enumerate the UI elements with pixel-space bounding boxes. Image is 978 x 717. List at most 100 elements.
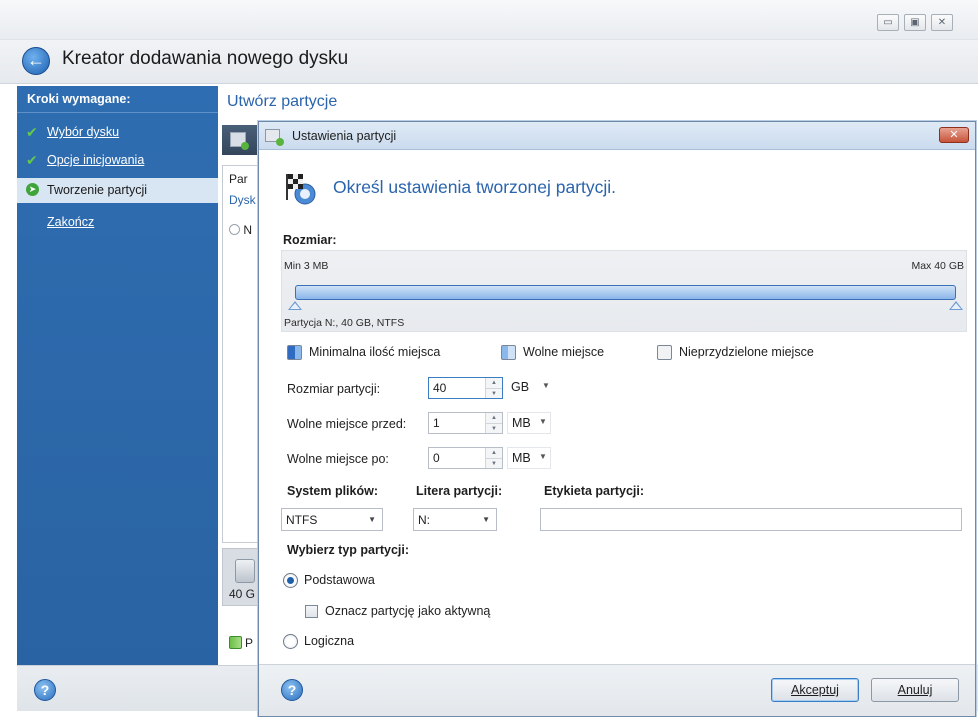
logical-partition-radio[interactable] (283, 634, 298, 649)
partition-size-unit-select[interactable]: GB ▼ (511, 377, 555, 399)
slider-min-label: Min 3 MB (284, 260, 329, 272)
dialog-titlebar: Ustawienia partycji ✕ (259, 122, 975, 150)
legend-unallocated: Nieprzydzielone miejsce (657, 344, 847, 360)
legend-swatch (229, 636, 242, 649)
table-header-partition: Par (229, 172, 248, 186)
partition-caption: Partycja N:, 40 GB, NTFS (284, 317, 405, 329)
partition-settings-icon (265, 129, 284, 146)
chevron-down-icon: ▼ (542, 381, 550, 390)
checkmark-icon: ✔ (26, 124, 38, 140)
free-after-stepper[interactable]: 0 ▲ ▼ (428, 447, 503, 469)
size-section-label: Rozmiar: (283, 233, 337, 247)
volume-label-label: Etykieta partycji: (544, 484, 645, 498)
file-system-value: NTFS (286, 513, 318, 527)
slider-end-handle[interactable] (949, 301, 963, 310)
help-icon[interactable]: ? (281, 679, 303, 701)
volume-label-input[interactable] (540, 508, 962, 531)
accept-button[interactable]: Akceptuj (771, 678, 859, 702)
slider-start-handle[interactable] (288, 301, 302, 310)
legend-free-swatch (501, 345, 516, 360)
primary-partition-radio[interactable] (283, 573, 298, 588)
spin-arrows-icon[interactable]: ▲ ▼ (485, 413, 502, 433)
partition-table: Par Dysk N (222, 165, 262, 543)
spin-arrows-icon[interactable]: ▲ ▼ (485, 378, 502, 398)
hard-disk-icon (235, 559, 255, 583)
table-row-partition[interactable]: N (229, 223, 261, 237)
legend-free-label: Wolne miejsce (523, 345, 605, 359)
chevron-down-icon: ▼ (539, 452, 547, 461)
main-toolbar (222, 125, 262, 155)
unit-label: MB (512, 451, 531, 465)
partition-settings-dialog: Ustawienia partycji ✕ Określ ustawienia … (258, 121, 976, 717)
free-after-unit-select[interactable]: MB ▼ (507, 447, 551, 469)
checkmark-icon: ✔ (26, 152, 38, 168)
step-init-options[interactable]: ✔ Opcje inicjowania (17, 148, 218, 173)
minimize-button[interactable]: ▭ (877, 14, 899, 31)
unit-label: GB (511, 380, 530, 394)
legend-unallocated-swatch (657, 345, 672, 360)
cancel-button[interactable]: Anuluj (871, 678, 959, 702)
close-button[interactable]: ✕ (931, 14, 953, 31)
partition-size-slider-panel: Min 3 MB Max 40 GB Partycja N:, 40 GB, N… (281, 250, 967, 332)
chevron-down-icon: ▼ (482, 515, 490, 524)
step-label: Tworzenie partycji (47, 183, 148, 197)
legend-min-label: Minimalna ilość miejsca (309, 345, 441, 359)
back-arrow-icon[interactable]: ← (22, 47, 50, 75)
steps-sidebar: Kroki wymagane: ✔ Wybór dysku ✔ Opcje in… (17, 86, 218, 665)
free-before-value: 1 (433, 416, 440, 430)
maximize-button[interactable]: ▣ (904, 14, 926, 31)
step-label: Wybór dysku (47, 125, 120, 139)
row-label: N (243, 223, 253, 237)
legend-min-swatch (287, 345, 302, 360)
page-title: Utwórz partycje (227, 93, 338, 110)
drive-letter-value: N: (418, 513, 430, 527)
step-finish[interactable]: Zakończ (17, 210, 218, 235)
chevron-down-icon: ▼ (368, 515, 376, 524)
help-icon[interactable]: ? (34, 679, 56, 701)
step-label: Zakończ (47, 215, 95, 229)
step-disk-selection[interactable]: ✔ Wybór dysku (17, 120, 218, 145)
dialog-heading: Określ ustawienia tworzonej partycji. (333, 177, 617, 197)
free-before-stepper[interactable]: 1 ▲ ▼ (428, 412, 503, 434)
file-system-select[interactable]: NTFS ▼ (281, 508, 383, 531)
sidebar-heading: Kroki wymagane: (27, 92, 131, 106)
step-label: Opcje inicjowania (47, 153, 145, 167)
window-titlebar: ▭ ▣ ✕ (0, 0, 978, 40)
mark-active-label: Oznacz partycję jako aktywną (325, 604, 491, 618)
file-system-label: System plików: (287, 484, 378, 498)
create-partition-icon[interactable] (230, 132, 249, 150)
legend-label: P (245, 636, 254, 650)
free-before-label: Wolne miejsce przed: (287, 417, 407, 431)
checkered-flag-icon (286, 174, 316, 205)
free-after-value: 0 (433, 451, 440, 465)
drive-letter-label: Litera partycji: (416, 484, 503, 498)
legend-min-space: Minimalna ilość miejsca (287, 344, 497, 360)
step-create-partitions[interactable]: ➤ Tworzenie partycji (17, 178, 218, 203)
spin-arrows-icon[interactable]: ▲ ▼ (485, 448, 502, 468)
slider-max-label: Max 40 GB (911, 260, 964, 272)
legend-unallocated-label: Nieprzydzielone miejsce (679, 345, 814, 359)
logical-partition-label: Logiczna (304, 634, 355, 648)
free-before-unit-select[interactable]: MB ▼ (507, 412, 551, 434)
table-row-disk[interactable]: Dysk (229, 193, 261, 207)
unit-label: MB (512, 416, 531, 430)
sidebar-divider (17, 112, 218, 113)
free-after-label: Wolne miejsce po: (287, 452, 389, 466)
disk-size-label: 40 G (229, 587, 256, 601)
partition-type-label: Wybierz typ partycji: (287, 543, 410, 557)
current-step-arrow-icon: ➤ (26, 183, 39, 196)
wizard-title: Kreator dodawania nowego dysku (62, 48, 349, 69)
primary-partition-label: Podstawowa (304, 573, 375, 587)
partition-size-slider[interactable] (295, 285, 956, 300)
drive-letter-select[interactable]: N: ▼ (413, 508, 497, 531)
dialog-footer: ? Akceptuj Anuluj (259, 664, 975, 716)
mark-active-checkbox[interactable] (305, 605, 318, 618)
partition-size-value: 40 (433, 381, 447, 395)
partition-size-stepper[interactable]: 40 ▲ ▼ (428, 377, 503, 399)
row-radio-icon (229, 224, 240, 235)
legend-free-space: Wolne miejsce (501, 344, 631, 360)
disk-map-pane: 40 G (222, 548, 262, 606)
dialog-close-button[interactable]: ✕ (939, 127, 969, 143)
chevron-down-icon: ▼ (539, 417, 547, 426)
partition-size-label: Rozmiar partycji: (287, 382, 381, 396)
